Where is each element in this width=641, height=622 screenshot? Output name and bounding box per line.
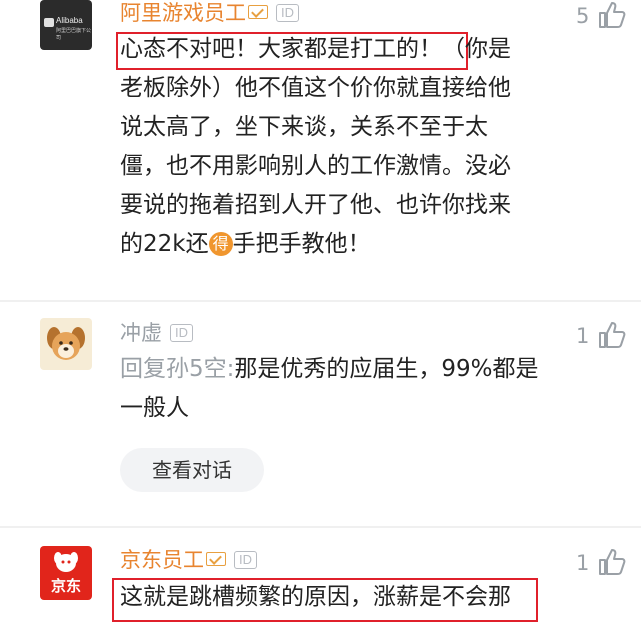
thumbs-up-icon[interactable] — [596, 547, 626, 577]
like-count: 5 — [576, 4, 590, 28]
username-text: 阿里游戏员工 — [120, 1, 246, 25]
alibaba-logo-icon — [44, 18, 54, 27]
comment-username[interactable]: 冲虚 ID — [120, 320, 193, 346]
comment-line: 僵，也不用影响别人的工作激情。没必 — [120, 153, 511, 179]
comment-line-last: 的22k还得手把手教他！ — [120, 225, 600, 264]
comment-line: 心态不对吧！大家都是打工的！（你是 — [120, 36, 511, 62]
avatar-logo-text: Alibaba — [56, 16, 83, 25]
comment-body: 这就是跳槽频繁的原因，涨薪是不会那 — [120, 578, 600, 617]
view-dialog-button[interactable]: 查看对话 — [120, 448, 264, 492]
thumbs-up-icon[interactable] — [596, 0, 626, 30]
id-badge: ID — [170, 324, 193, 342]
avatar-logo-subtext: 阿里巴巴旗下公司 — [56, 28, 92, 41]
comment-username[interactable]: 京东员工 ID — [120, 547, 257, 573]
comment-line: 老板除外）他不值这个价你就直接给他 — [120, 75, 511, 101]
comment-divider — [0, 526, 641, 528]
reply-prefix[interactable]: 回复孙5空: — [120, 356, 234, 382]
avatar-alibaba[interactable]: Alibaba 阿里巴巴旗下公司 — [40, 0, 92, 50]
comment-body: 心态不对吧！大家都是打工的！（你是 老板除外）他不值这个价你就直接给他 说太高了… — [120, 30, 600, 264]
like-count: 1 — [576, 551, 590, 575]
comment-text: 的22k还 — [120, 231, 209, 257]
verified-badge-icon — [206, 552, 226, 566]
id-badge: ID — [234, 551, 257, 569]
thumbs-up-icon[interactable] — [596, 320, 626, 350]
jd-dog-logo-icon — [54, 552, 78, 572]
emoji-de-icon: 得 — [208, 232, 233, 256]
username-text: 京东员工 — [120, 548, 204, 572]
id-badge: ID — [276, 4, 299, 22]
comment-username[interactable]: 阿里游戏员工 ID — [120, 0, 299, 26]
comment-body: 回复孙5空:那是优秀的应届生，99%都是 一般人 — [120, 350, 600, 428]
comment-line: 要说的拖着招到人开了他、也许你找来 — [120, 192, 511, 218]
username-text: 冲虚 — [120, 321, 162, 345]
like-count: 1 — [576, 324, 590, 348]
dog-avatar-icon — [47, 327, 85, 360]
avatar-dog[interactable] — [40, 318, 92, 370]
comment-line: 这就是跳槽频繁的原因，涨薪是不会那 — [120, 584, 511, 610]
comment-divider — [0, 300, 641, 302]
comment-line: 说太高了，坐下来谈，关系不至于太 — [120, 114, 488, 140]
verified-badge-icon — [248, 5, 268, 19]
comment-text: 手把手教他！ — [232, 231, 371, 257]
avatar-logo-text: 京东 — [50, 577, 81, 595]
comment-line: 回复孙5空:那是优秀的应届生，99%都是 — [120, 350, 600, 389]
comment-text: 那是优秀的应届生，99%都是 — [234, 356, 539, 382]
avatar-jd[interactable]: 京东 — [40, 546, 92, 600]
comment-line: 一般人 — [120, 395, 189, 421]
